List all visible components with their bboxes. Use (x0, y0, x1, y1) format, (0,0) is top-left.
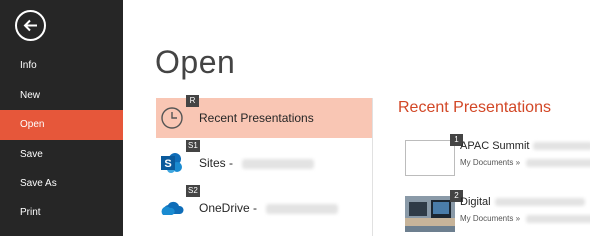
nav-info[interactable]: Info (0, 51, 123, 81)
redacted-text (526, 158, 590, 167)
recent-item-name-text: APAC Summit (460, 140, 530, 152)
nav-open[interactable]: Open (0, 110, 123, 140)
recent-item-name: Digital (460, 196, 585, 208)
recent-item-name: APAC Summit (460, 140, 590, 152)
place-label-text: Sites - (199, 156, 237, 170)
places-list: R Recent Presentations S S1 Sites - S2 O… (156, 95, 372, 233)
place-onedrive[interactable]: S2 OneDrive - (156, 185, 372, 228)
recent-item[interactable]: 1 APAC Summit My Documents » (405, 134, 590, 182)
thumbnail-image (405, 196, 455, 226)
nav-save-as[interactable]: Save As (0, 169, 123, 199)
place-sites[interactable]: S S1 Sites - (156, 140, 372, 183)
place-recent-presentations[interactable]: R Recent Presentations (156, 95, 372, 138)
key-tip: S1 (186, 140, 200, 152)
presentation-thumbnail (405, 140, 455, 176)
nav-print[interactable]: Print (0, 198, 123, 228)
recent-item-path-text: My Documents » (460, 214, 523, 223)
redacted-text (266, 203, 339, 214)
divider (372, 98, 373, 236)
clock-icon (161, 107, 183, 129)
recent-item-path-text: My Documents » (460, 158, 523, 167)
recent-item[interactable]: 2 Digital My Documents » (405, 190, 590, 238)
back-button[interactable] (15, 10, 46, 41)
back-arrow-icon (23, 19, 37, 32)
nav-save[interactable]: Save (0, 140, 123, 170)
key-tip: R (186, 95, 199, 107)
sharepoint-icon: S (161, 153, 182, 173)
redacted-text (533, 142, 590, 151)
redacted-text (526, 214, 590, 223)
recent-item-path: My Documents » (460, 158, 590, 167)
recent-presentations-title: Recent Presentations (398, 99, 551, 116)
presentation-thumbnail (405, 196, 455, 232)
backstage-sidebar: Info New Open Save Save As Print (0, 0, 123, 236)
onedrive-cloud-icon (161, 201, 184, 215)
place-label: Recent Presentations (199, 111, 314, 125)
nav-new[interactable]: New (0, 81, 123, 111)
redacted-text (494, 198, 585, 207)
place-label-text: OneDrive - (199, 201, 261, 215)
svg-text:S: S (164, 158, 171, 170)
key-tip: S2 (186, 185, 200, 197)
redacted-text (242, 158, 315, 169)
place-label: OneDrive - (199, 201, 339, 215)
recent-item-name-text: Digital (460, 196, 491, 208)
page-title: Open (155, 44, 236, 80)
recent-item-path: My Documents » (460, 214, 590, 223)
place-label: Sites - (199, 156, 315, 170)
